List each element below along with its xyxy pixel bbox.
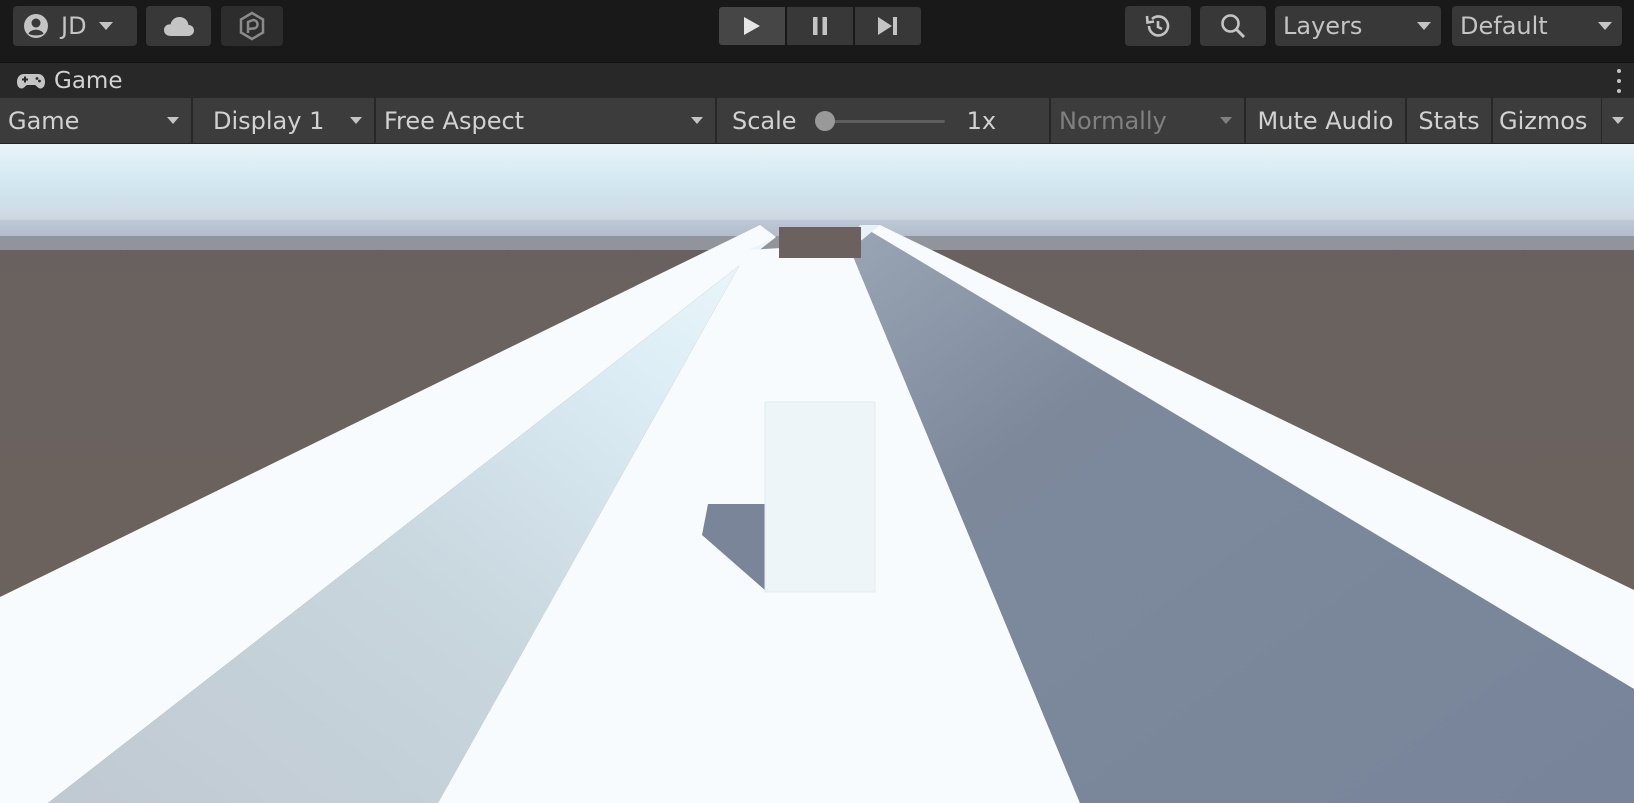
gizmos-dropdown[interactable]	[1602, 98, 1634, 143]
gizmos-label: Gizmos	[1499, 106, 1588, 135]
game-view-controls: Game Display 1 Free Aspect Scale 1x Norm…	[0, 98, 1634, 144]
account-dropdown[interactable]: JD	[13, 6, 137, 46]
scale-label: Scale	[732, 106, 797, 135]
chevron-down-icon	[691, 117, 703, 124]
display-label: Display 1	[213, 106, 325, 135]
pause-button[interactable]	[787, 7, 853, 45]
tab-title: Game	[54, 68, 123, 94]
scale-slider[interactable]	[814, 110, 945, 131]
play-focus-dropdown[interactable]: Normally	[1051, 98, 1246, 143]
account-label: JD	[61, 12, 87, 40]
game-scene	[0, 144, 1634, 803]
gamepad-icon	[17, 74, 45, 89]
cloud-icon	[163, 17, 194, 36]
gizmos-toggle[interactable]: Gizmos	[1493, 98, 1602, 143]
scale-control: Scale 1x	[717, 98, 1051, 143]
play-icon	[744, 17, 760, 35]
layout-dropdown[interactable]: Default	[1452, 6, 1622, 46]
chevron-down-icon	[98, 22, 113, 30]
step-icon	[878, 17, 897, 35]
view-mode-dropdown[interactable]: Game	[0, 98, 193, 143]
search-icon	[1221, 14, 1246, 39]
play-button[interactable]	[719, 7, 785, 45]
aspect-label: Free Aspect	[384, 106, 525, 135]
pause-icon	[813, 17, 827, 35]
play-focus-label: Normally	[1059, 106, 1167, 135]
aspect-dropdown[interactable]: Free Aspect	[376, 98, 717, 143]
package-manager-icon	[239, 11, 265, 41]
playmode-controls	[719, 7, 921, 45]
chevron-down-icon	[1598, 22, 1612, 30]
layout-label: Default	[1460, 12, 1548, 40]
mute-audio-label: Mute Audio	[1257, 106, 1394, 135]
tab-game[interactable]: Game	[0, 63, 1634, 99]
stats-toggle[interactable]: Stats	[1407, 98, 1493, 143]
cloud-button[interactable]	[146, 6, 211, 46]
account-avatar-icon	[24, 14, 48, 38]
obstacle-block	[764, 401, 876, 593]
step-button[interactable]	[855, 7, 921, 45]
scale-slider-track	[818, 119, 945, 123]
view-mode-label: Game	[8, 106, 80, 135]
scale-value: 1x	[966, 106, 997, 135]
chevron-down-icon	[1220, 117, 1232, 124]
scale-slider-thumb[interactable]	[814, 110, 835, 131]
main-toolbar: JD Layers Default	[0, 0, 1634, 58]
display-dropdown[interactable]: Display 1	[193, 98, 376, 143]
chevron-down-icon	[350, 117, 362, 124]
undo-history-button[interactable]	[1125, 6, 1191, 46]
window-tab-bar: Game	[0, 62, 1634, 99]
search-button[interactable]	[1200, 6, 1266, 46]
mute-audio-toggle[interactable]: Mute Audio	[1246, 98, 1407, 143]
chevron-down-icon	[1417, 22, 1431, 30]
stats-label: Stats	[1418, 106, 1480, 135]
history-icon	[1145, 15, 1170, 37]
package-manager-button[interactable]	[221, 6, 283, 46]
more-options-icon[interactable]	[1616, 69, 1622, 93]
game-viewport[interactable]	[0, 144, 1634, 803]
layers-dropdown[interactable]: Layers	[1275, 6, 1441, 46]
far-end-wall	[779, 227, 861, 258]
layers-label: Layers	[1283, 12, 1363, 40]
chevron-down-icon	[167, 117, 179, 124]
chevron-down-icon	[1612, 117, 1624, 124]
